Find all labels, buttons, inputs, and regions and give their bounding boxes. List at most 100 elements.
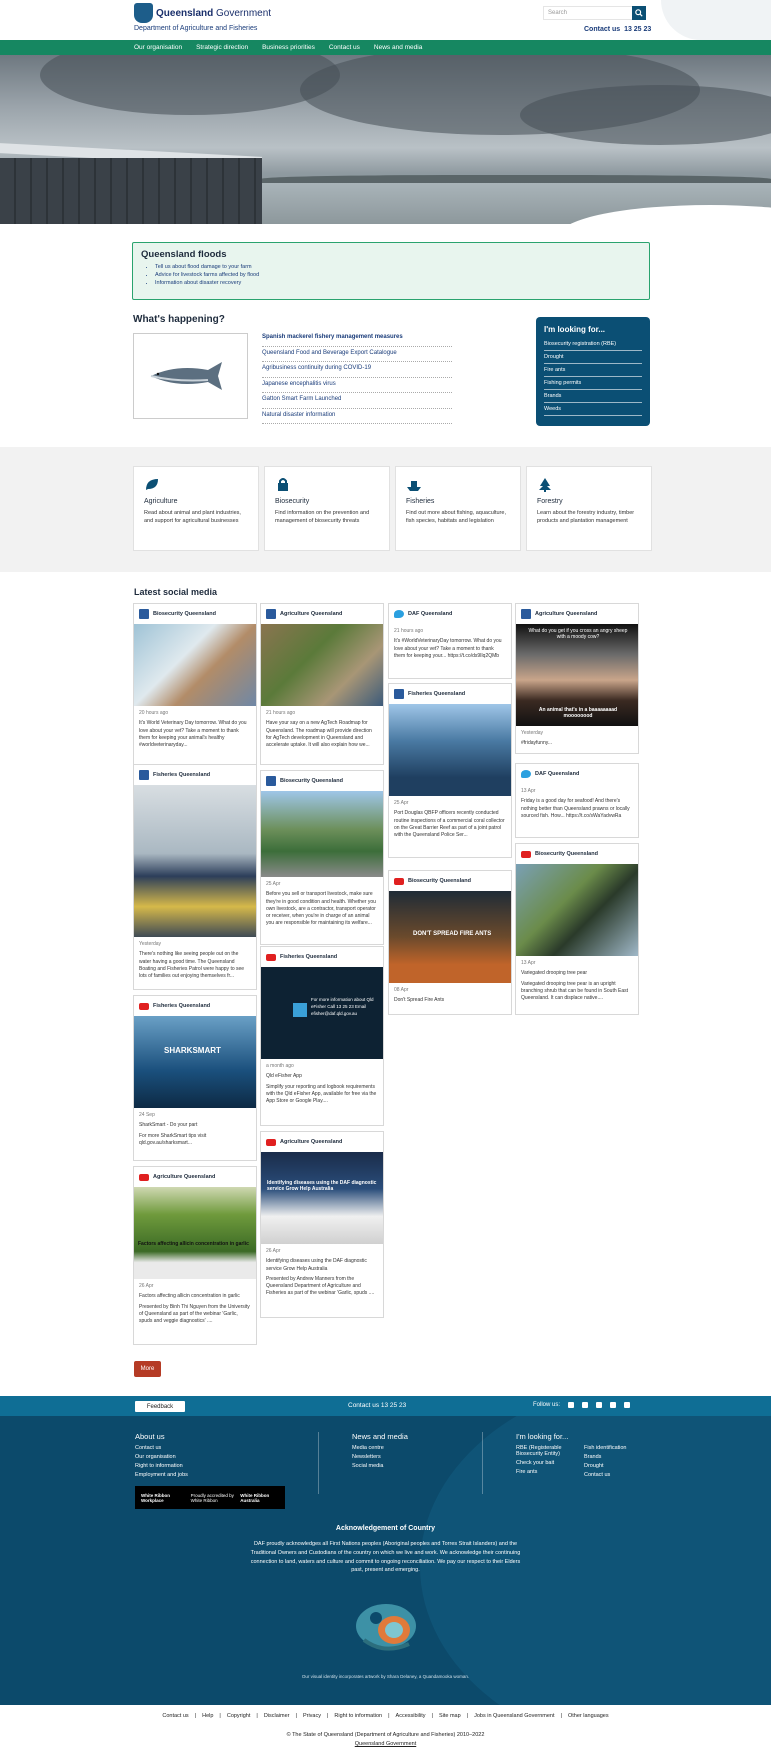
news-link[interactable]: Natural disaster information bbox=[262, 409, 452, 424]
post-date: 08 Apr bbox=[394, 987, 409, 993]
footer-link[interactable]: Our organisation bbox=[135, 1454, 188, 1460]
social-post[interactable]: DAF Queensland 13 Apr Friday is a good day… bbox=[515, 763, 639, 838]
legal-link[interactable]: Disclaimer bbox=[264, 1713, 290, 1719]
post-overlay-text: DON'T SPREAD FIRE ANTS bbox=[413, 931, 492, 937]
social-post[interactable]: Biosecurity Queensland 20 hours ago It's W… bbox=[133, 603, 257, 765]
footer-link[interactable]: Employment and jobs bbox=[135, 1472, 188, 1478]
separator: | bbox=[219, 1713, 221, 1719]
qg-link[interactable]: Queensland Government bbox=[0, 1740, 771, 1749]
footer-contact[interactable]: Contact us 13 25 23 bbox=[348, 1402, 406, 1409]
looking-for-list: Biosecurity registration (RBE) Drought Fir… bbox=[544, 338, 642, 416]
qg-logo[interactable]: Queensland Government bbox=[134, 3, 271, 23]
nav-item[interactable]: Our organisation bbox=[134, 44, 182, 51]
category-title: Biosecurity bbox=[275, 498, 310, 505]
legal-link[interactable]: Right to information bbox=[334, 1713, 382, 1719]
legal-link[interactable]: Privacy bbox=[303, 1713, 321, 1719]
footer-link[interactable]: Check your bait bbox=[516, 1460, 574, 1466]
facebook-icon[interactable] bbox=[568, 1402, 575, 1408]
instagram-icon[interactable] bbox=[610, 1402, 617, 1408]
footer-link[interactable]: Media centre bbox=[352, 1445, 408, 1451]
youtube-icon[interactable] bbox=[596, 1402, 603, 1408]
looking-for-link[interactable]: Fishing permits bbox=[544, 377, 642, 390]
social-post[interactable]: Fisheries Queensland SHARKSMART 24 Sep Shar… bbox=[133, 995, 257, 1161]
social-post[interactable]: Biosecurity Queensland DON'T SPREAD FIRE … bbox=[388, 870, 512, 1015]
category-card-agriculture[interactable]: Agriculture Read about animal and plant i… bbox=[133, 466, 259, 551]
more-button[interactable]: More bbox=[134, 1361, 161, 1377]
post-text: Friday is a good day for seafood! And th… bbox=[521, 798, 630, 819]
white-ribbon-badge[interactable]: White Ribbon Workplace Proudly accredite… bbox=[135, 1486, 285, 1509]
post-image bbox=[134, 785, 256, 937]
news-link[interactable]: Spanish mackerel fishery management meas… bbox=[262, 331, 452, 347]
social-post[interactable]: Agriculture Queensland Factors affecting … bbox=[133, 1166, 257, 1345]
category-text: Find out more about fishing, aquaculture… bbox=[406, 510, 506, 525]
footer-link[interactable]: RBE (Registerable Biosecurity Entity) bbox=[516, 1445, 574, 1457]
footer-link[interactable]: Social media bbox=[352, 1463, 408, 1469]
footer-link[interactable]: Drought bbox=[584, 1463, 627, 1469]
facebook-icon bbox=[266, 776, 276, 786]
post-image bbox=[261, 791, 383, 877]
category-card-forestry[interactable]: Forestry Learn about the forestry industr… bbox=[526, 466, 652, 551]
feedback-button[interactable]: Feedback bbox=[135, 1401, 185, 1412]
social-post[interactable]: DAF Queensland 21 hours ago It's #WorldVet… bbox=[388, 603, 512, 679]
looking-for-link[interactable]: Fire ants bbox=[544, 364, 642, 377]
footer-link[interactable]: Fire ants bbox=[516, 1469, 574, 1475]
legal-link[interactable]: Help bbox=[202, 1713, 213, 1719]
post-text: Have your say on a new AgTech Roadmap fo… bbox=[266, 720, 372, 748]
social-post[interactable]: Fisheries Queensland Yesterday There's not… bbox=[133, 764, 257, 990]
footer-link[interactable]: Contact us bbox=[584, 1472, 627, 1478]
post-overlay-text: SHARKSMART bbox=[164, 1046, 221, 1055]
alert-link[interactable]: Advice for livestock farms affected by f… bbox=[155, 272, 641, 278]
alert-link[interactable]: Tell us about flood damage to your farm bbox=[155, 264, 641, 270]
news-link[interactable]: Queensland Food and Beverage Export Cata… bbox=[262, 347, 452, 362]
category-card-biosecurity[interactable]: Biosecurity Find information on the preve… bbox=[264, 466, 390, 551]
news-link[interactable]: Agribusiness continuity during COVID-19 bbox=[262, 362, 452, 378]
footer-link[interactable]: Brands bbox=[584, 1454, 627, 1460]
looking-for-link[interactable]: Biosecurity registration (RBE) bbox=[544, 338, 642, 351]
legal-link[interactable]: Jobs in Queensland Government bbox=[474, 1713, 554, 1719]
social-post[interactable]: Biosecurity Queensland 25 Apr Before you s… bbox=[260, 770, 384, 945]
social-post[interactable]: Agriculture Queensland 21 hours ago Have y… bbox=[260, 603, 384, 765]
post-date: 26 Apr bbox=[139, 1283, 154, 1289]
looking-for-link[interactable]: Weeds bbox=[544, 403, 642, 416]
footer-link[interactable]: Newsletters bbox=[352, 1454, 408, 1460]
legal-link[interactable]: Contact us bbox=[162, 1713, 188, 1719]
nav-item[interactable]: Contact us bbox=[329, 44, 360, 51]
legal-link[interactable]: Site map bbox=[439, 1713, 461, 1719]
separator: | bbox=[326, 1713, 329, 1719]
post-text: Identifying diseases using the DAF diagn… bbox=[266, 1258, 367, 1272]
legal-link[interactable]: Other languages bbox=[568, 1713, 609, 1719]
category-card-fisheries[interactable]: Fisheries Find out more about fishing, aq… bbox=[395, 466, 521, 551]
separator: | bbox=[295, 1713, 297, 1719]
footer-link[interactable]: Right to information bbox=[135, 1463, 188, 1469]
post-account: Agriculture Queensland bbox=[535, 611, 598, 617]
tree-icon bbox=[537, 477, 641, 492]
linkedin-icon[interactable] bbox=[624, 1402, 631, 1408]
footer-link[interactable]: Fish identification bbox=[584, 1445, 627, 1451]
social-post[interactable]: Agriculture Queensland Identifying diseas… bbox=[260, 1131, 384, 1318]
looking-for-link[interactable]: Brands bbox=[544, 390, 642, 403]
post-header: Fisheries Queensland bbox=[261, 947, 383, 967]
post-body: 08 Apr Don't Spread Fire Ants bbox=[389, 983, 511, 1009]
social-post[interactable]: Biosecurity Queensland 13 Apr Variegated d… bbox=[515, 843, 639, 1015]
search-input[interactable]: Search bbox=[543, 6, 646, 20]
news-link[interactable]: Gatton Smart Farm Launched bbox=[262, 393, 452, 409]
nav-item[interactable]: Strategic direction bbox=[196, 44, 248, 51]
news-link[interactable]: Japanese encephalitis virus bbox=[262, 378, 452, 393]
post-header: Biosecurity Queensland bbox=[261, 771, 383, 791]
nav-item[interactable]: Business priorities bbox=[262, 44, 315, 51]
search-button[interactable] bbox=[632, 6, 646, 20]
legal-link[interactable]: Accessibility bbox=[396, 1713, 426, 1719]
footer-link[interactable]: Contact us bbox=[135, 1445, 188, 1451]
alert-link[interactable]: Information about disaster recovery bbox=[155, 280, 641, 286]
social-post[interactable]: Fisheries Queensland 25 Apr Port Douglas Q… bbox=[388, 683, 512, 858]
looking-for-link[interactable]: Drought bbox=[544, 351, 642, 364]
twitter-icon[interactable] bbox=[582, 1402, 589, 1408]
department-name[interactable]: Department of Agriculture and Fisheries bbox=[134, 25, 257, 32]
social-post[interactable]: Agriculture Queensland What do you get if… bbox=[515, 603, 639, 754]
legal-link[interactable]: Copyright bbox=[227, 1713, 251, 1719]
footer-about: About us Contact us Our organisation Right… bbox=[135, 1432, 188, 1481]
post-text: It's #WorldVeterinaryDay tomorrow. What … bbox=[394, 638, 502, 659]
header-contact[interactable]: Contact us 13 25 23 bbox=[584, 26, 651, 33]
social-post[interactable]: Fisheries Queensland For more information… bbox=[260, 946, 384, 1126]
nav-item[interactable]: News and media bbox=[374, 44, 422, 51]
